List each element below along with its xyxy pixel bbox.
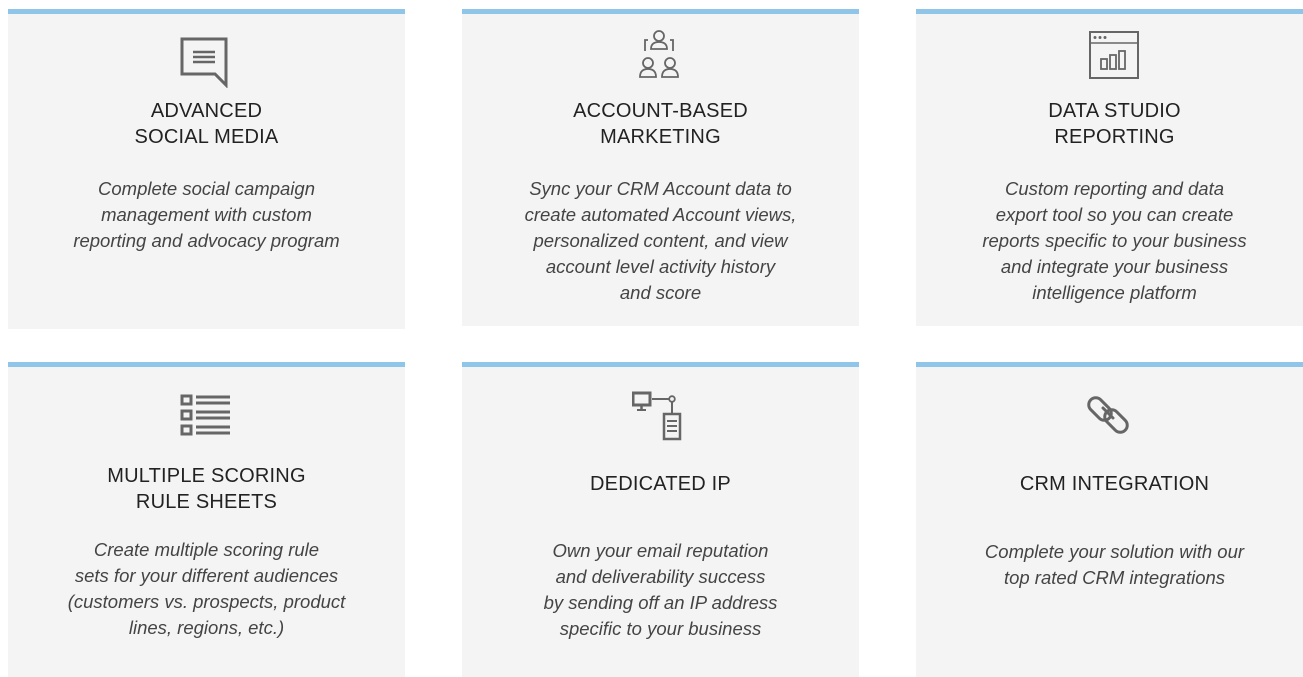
feature-title: DEDICATED IP [590, 473, 731, 495]
feature-card-multiple-scoring-rule-sheets: MULTIPLE SCORING RULE SHEETS Create mult… [8, 362, 405, 677]
account-group-icon [639, 30, 679, 78]
feature-description: Complete social campaign management with… [73, 178, 340, 251]
feature-card-crm-integration: CRM INTEGRATION Complete your solution w… [916, 362, 1303, 677]
feature-description: Sync your CRM Account data to create aut… [524, 178, 797, 303]
chain-link-icon [1087, 396, 1129, 434]
feature-card-account-based-marketing: ACCOUNT-BASED MARKETING Sync your CRM Ac… [462, 9, 859, 326]
feature-description: Complete your solution with our top rate… [984, 541, 1245, 588]
feature-title: MULTIPLE SCORING RULE SHEETS [107, 465, 306, 513]
feature-title: CRM INTEGRATION [1019, 473, 1210, 495]
monitor-server-icon [632, 391, 682, 441]
feature-description: Own your email reputation and deliverabi… [543, 540, 778, 639]
feature-description: Create multiple scoring rule sets for yo… [67, 539, 346, 638]
report-window-icon [1089, 31, 1139, 79]
feature-title: DATA STUDIO REPORTING [1048, 100, 1181, 148]
feature-description: Custom reporting and data export tool so… [982, 178, 1247, 303]
feature-title: ADVANCED SOCIAL MEDIA [134, 100, 279, 148]
feature-title: ACCOUNT-BASED MARKETING [573, 100, 748, 148]
feature-card-data-studio-reporting: DATA STUDIO REPORTING Custom reporting a… [916, 9, 1303, 326]
feature-card-dedicated-ip: DEDICATED IP Own your email reputation a… [462, 362, 859, 677]
checklist-icon [180, 394, 230, 436]
feature-card-advanced-social-media: ADVANCED SOCIAL MEDIA Complete social ca… [8, 9, 405, 329]
chat-bubble-icon [180, 37, 228, 88]
